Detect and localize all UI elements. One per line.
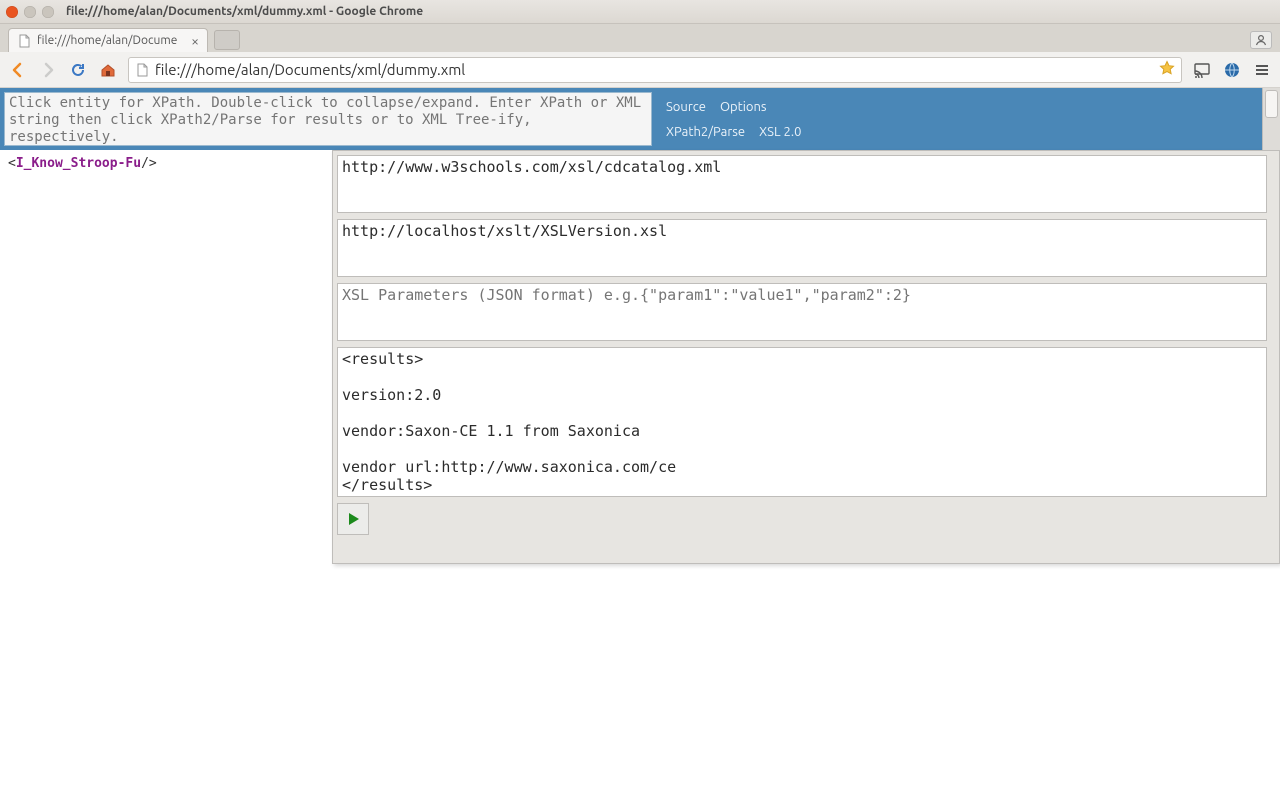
bookmark-star-icon[interactable] — [1159, 60, 1175, 79]
xml-tree-panel[interactable]: <I_Know_Stroop-Fu/> — [0, 150, 332, 800]
tab-title: file:///home/alan/Document — [37, 34, 177, 47]
browser-tab[interactable]: file:///home/alan/Document × — [8, 28, 208, 52]
content-area: <I_Know_Stroop-Fu/> — [0, 150, 1280, 800]
new-tab-button[interactable] — [214, 30, 240, 50]
home-button[interactable] — [98, 60, 118, 80]
nav-toolbar: file:///home/alan/Documents/xml/dummy.xm… — [0, 52, 1280, 88]
cast-icon[interactable] — [1192, 60, 1212, 80]
os-titlebar: file:///home/alan/Documents/xml/dummy.xm… — [0, 0, 1280, 24]
options-link[interactable]: Options — [720, 100, 767, 114]
globe-icon[interactable] — [1222, 60, 1242, 80]
header-links: Source Options XPath2/Parse XSL 2.0 — [656, 88, 811, 150]
header-scrollbar[interactable] — [1262, 88, 1280, 150]
window-minimize-button[interactable] — [24, 6, 36, 18]
reload-button[interactable] — [68, 60, 88, 80]
xsl20-link[interactable]: XSL 2.0 — [759, 125, 801, 139]
xml-node[interactable]: <I_Know_Stroop-Fu/> — [8, 156, 157, 171]
results-output[interactable] — [337, 347, 1267, 497]
url-bar[interactable]: file:///home/alan/Documents/xml/dummy.xm… — [128, 57, 1182, 83]
run-button[interactable] — [337, 503, 369, 535]
back-button[interactable] — [8, 60, 28, 80]
xpath2-parse-link[interactable]: XPath2/Parse — [666, 125, 745, 139]
profile-button[interactable] — [1250, 31, 1272, 49]
page-icon — [135, 63, 149, 77]
menu-icon[interactable] — [1252, 60, 1272, 80]
page-icon — [17, 34, 31, 48]
app-header: Source Options XPath2/Parse XSL 2.0 — [0, 88, 1280, 150]
xml-source-input[interactable] — [337, 155, 1267, 213]
window-maximize-button[interactable] — [42, 6, 54, 18]
window-title: file:///home/alan/Documents/xml/dummy.xm… — [66, 5, 423, 18]
tab-close-icon[interactable]: × — [191, 33, 199, 49]
right-panel — [332, 150, 1280, 564]
window-close-button[interactable] — [6, 6, 18, 18]
xsl-params-input[interactable] — [337, 283, 1267, 341]
xsl-source-input[interactable] — [337, 219, 1267, 277]
xpath-input[interactable] — [4, 92, 652, 146]
url-text: file:///home/alan/Documents/xml/dummy.xm… — [155, 61, 465, 78]
source-link[interactable]: Source — [666, 100, 706, 114]
forward-button[interactable] — [38, 60, 58, 80]
tabstrip: file:///home/alan/Document × — [0, 24, 1280, 52]
